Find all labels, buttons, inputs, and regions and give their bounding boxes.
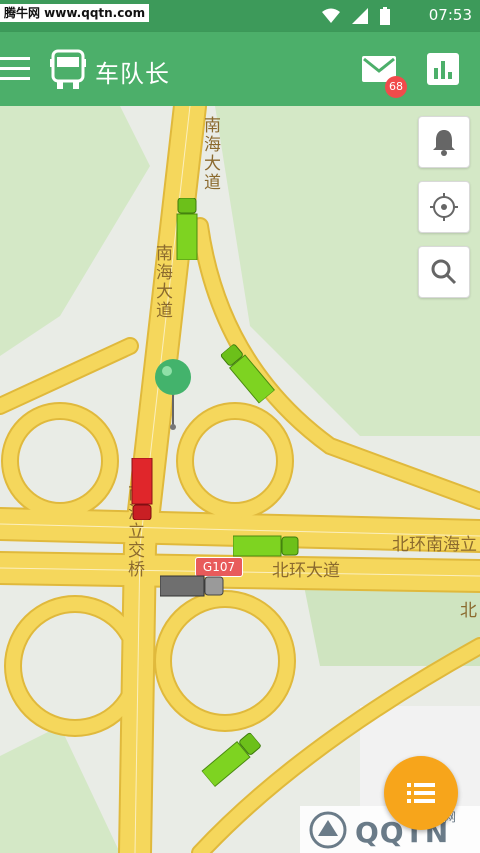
- watermark-label: 腾牛网 www.qqtn.com: [0, 4, 150, 22]
- location-pin-icon[interactable]: [153, 358, 193, 430]
- list-icon: [407, 783, 435, 803]
- truck-marker-red[interactable]: [130, 458, 154, 520]
- truck-marker-gray[interactable]: [160, 574, 226, 598]
- battery-icon: [380, 7, 390, 25]
- search-button[interactable]: [418, 246, 470, 298]
- app-bar: 车队长 68: [0, 32, 480, 106]
- locate-button[interactable]: [418, 181, 470, 233]
- truck-marker-green[interactable]: [175, 198, 199, 260]
- app-title: 车队长: [95, 60, 170, 88]
- alert-button[interactable]: [418, 116, 470, 168]
- stats-icon[interactable]: [427, 53, 459, 85]
- list-fab-button[interactable]: [384, 756, 458, 830]
- road-label-nanhai-1: 南海大道: [200, 116, 220, 192]
- truck-marker-green[interactable]: [233, 534, 299, 558]
- clock: 07:53: [428, 6, 472, 24]
- bell-icon: [433, 130, 455, 156]
- road-label-bei: 北: [460, 601, 477, 621]
- road-label-beihuan-nanhai: 北环南海立: [392, 535, 477, 555]
- watermark-logo-icon: [309, 811, 347, 849]
- road-label-nanhai-2: 南海大道: [152, 244, 172, 320]
- menu-icon[interactable]: [0, 56, 32, 82]
- status-bar: 腾牛网 www.qqtn.com 07:53: [0, 0, 480, 32]
- road-label-beihuan: 北环大道: [272, 561, 340, 581]
- search-icon: [431, 259, 457, 285]
- map-view[interactable]: 南海大道 南海大道 南海立交桥 北环南海立 北环大道 北 G107 QQTN: [0, 106, 480, 853]
- wifi-icon: [322, 8, 340, 23]
- truck-logo-icon: [50, 49, 86, 89]
- crosshair-icon: [430, 193, 458, 221]
- signal-icon: [352, 8, 368, 24]
- mail-badge: 68: [385, 76, 407, 98]
